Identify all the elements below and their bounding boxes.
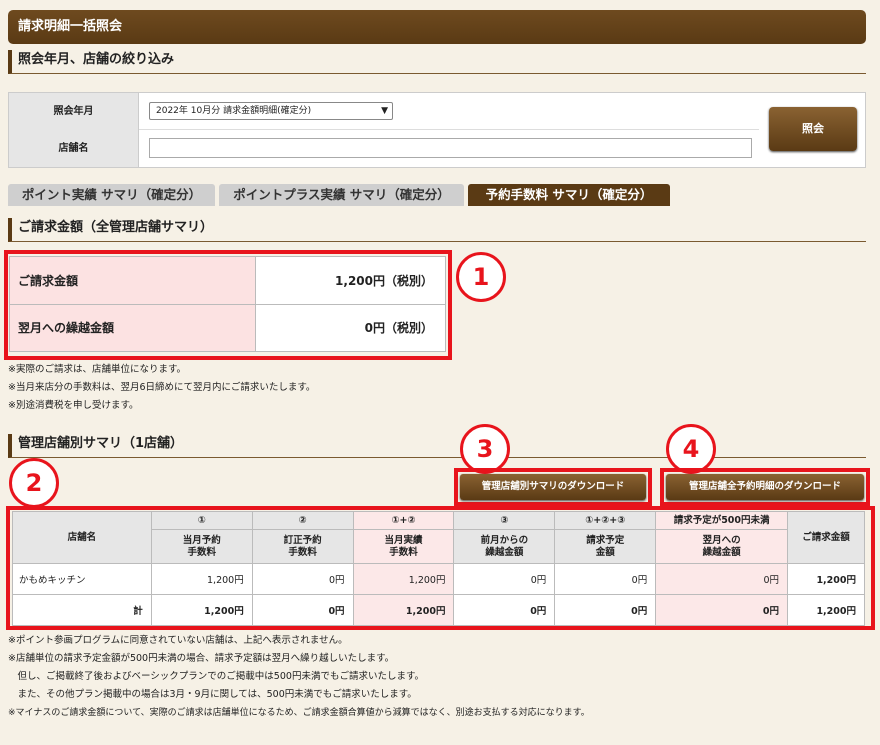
section-heading-filter: 照会年月、店舗の絞り込み	[8, 50, 866, 74]
store-summary-download-button[interactable]: 管理店舗別サマリのダウンロード	[460, 474, 646, 500]
callout-4: 4	[666, 424, 716, 474]
month-select-value: 2022年 10月分 請求金額明細(確定分)	[156, 106, 312, 116]
note-bottom-4: また、その他プラン掲載中の場合は3月・9月に関しては、500円未満でもご請求いた…	[8, 689, 417, 700]
note-top-1: ※実際のご請求は、店舗単位になります。	[8, 364, 187, 375]
note-top-2: ※当月来店分の手数料は、翌月6日締めにて翌月内にご請求いたします。	[8, 382, 316, 393]
highlight-box-store-table	[6, 506, 875, 630]
callout-1: 1	[456, 252, 506, 302]
all-details-download-button[interactable]: 管理店舗全予約明細のダウンロード	[666, 474, 864, 500]
query-button[interactable]: 照会	[769, 107, 857, 151]
highlight-box-billing	[4, 250, 452, 360]
section-heading-stores: 管理店舗別サマリ（1店舗）	[8, 434, 866, 458]
store-name-input[interactable]	[149, 138, 752, 158]
callout-2: 2	[9, 458, 59, 508]
note-bottom-1: ※ポイント参画プログラムに同意されていない店舗は、上記へ表示されません。	[8, 635, 348, 646]
note-bottom-2: ※店舗単位の請求予定金額が500円未満の場合、請求予定額は翌月へ繰り越しいたしま…	[8, 653, 395, 664]
tab-point-summary[interactable]: ポイント実績 サマリ（確定分）	[8, 184, 215, 206]
store-label: 店舗名	[9, 130, 139, 167]
page-title: 請求明細一括照会	[8, 10, 866, 44]
tab-point-plus-summary[interactable]: ポイントプラス実績 サマリ（確定分）	[219, 184, 464, 206]
filter-row-month: 照会年月 2022年 10月分 請求金額明細(確定分) ▼	[9, 93, 759, 130]
section-heading-billing: ご請求金額（全管理店舗サマリ）	[8, 218, 866, 242]
filter-row-store: 店舗名	[9, 130, 759, 167]
month-label: 照会年月	[9, 93, 139, 130]
note-bottom-3: 但し、ご掲載終了後およびベーシックプランでのご掲載中は500円未満でもご請求いた…	[8, 671, 425, 682]
note-bottom-5: ※マイナスのご請求金額について、実際のご請求は店舗単位になるため、ご請求金額合算…	[8, 708, 590, 718]
note-top-3: ※別途消費税を申し受けます。	[8, 400, 139, 411]
chevron-down-icon: ▼	[381, 106, 388, 116]
tab-reservation-fee-summary[interactable]: 予約手数料 サマリ（確定分）	[468, 184, 670, 206]
filter-panel: 照会年月 2022年 10月分 請求金額明細(確定分) ▼ 店舗名 照会	[8, 92, 866, 168]
month-select[interactable]: 2022年 10月分 請求金額明細(確定分) ▼	[149, 102, 393, 120]
callout-3: 3	[460, 424, 510, 474]
